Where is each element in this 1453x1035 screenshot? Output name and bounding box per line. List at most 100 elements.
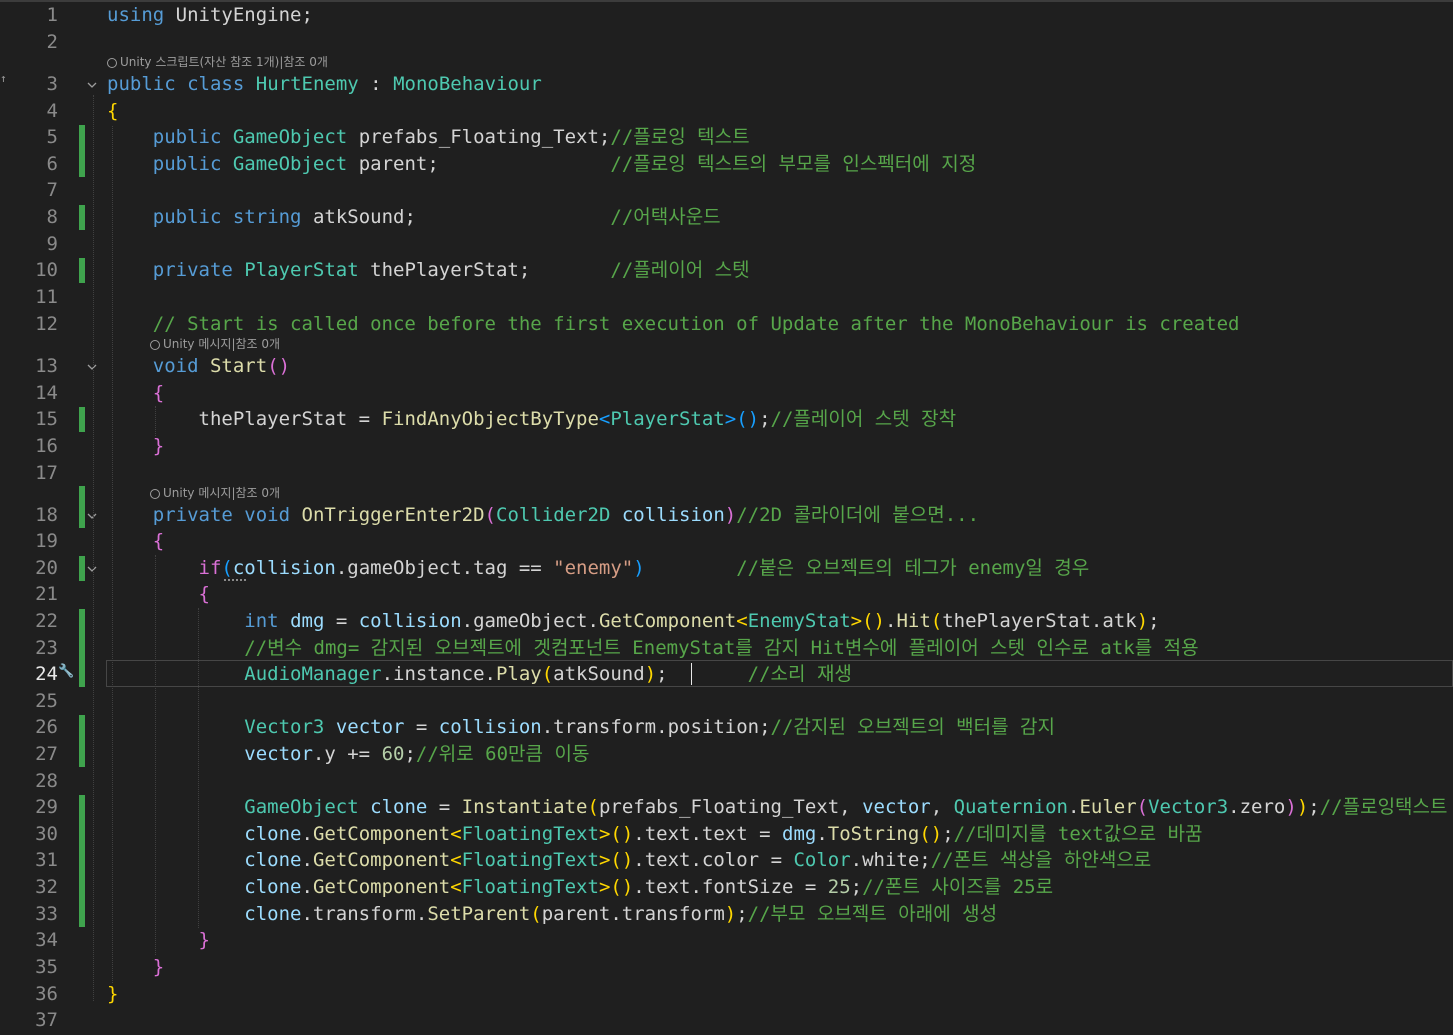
code-lens[interactable]: Unity 메시지|참조 0개 — [150, 485, 280, 501]
line-number: 22 — [35, 610, 58, 632]
code-lens[interactable]: Unity 메시지|참조 0개 — [150, 336, 280, 352]
paren: () — [267, 355, 291, 377]
unity-icon — [150, 488, 160, 499]
code-line[interactable]: thePlayerStat = FindAnyObjectByType<Play… — [107, 406, 957, 432]
comment: //플로잉 텍스트 — [610, 126, 750, 148]
method-name: SetParent — [427, 903, 531, 925]
paren: () — [736, 408, 760, 430]
paren: () — [919, 823, 943, 845]
code-line[interactable]: int dmg = collision.gameObject.GetCompon… — [107, 608, 1159, 634]
method-name: GetComponent — [312, 823, 451, 845]
type: Color — [793, 849, 851, 871]
code-line[interactable]: public class HurtEnemy : MonoBehaviour — [107, 71, 542, 97]
variable: dmg — [290, 610, 325, 632]
line-number: 23 — [35, 637, 58, 659]
punct: , — [839, 796, 863, 818]
code-lens-text[interactable]: Unity 메시지|참조 0개 — [163, 337, 280, 351]
code-line[interactable]: private PlayerStat thePlayerStat; //플레이어… — [107, 257, 750, 283]
parameter: collision — [621, 504, 725, 526]
type: GameObject — [244, 796, 359, 818]
code-line[interactable]: } — [107, 927, 210, 953]
comment: //플로잉택스트 생성 — [1319, 796, 1448, 818]
paren: ) — [1136, 610, 1149, 632]
suggestion-squiggle — [224, 579, 246, 581]
keyword: string — [232, 206, 302, 228]
change-marker — [79, 258, 85, 283]
code-line[interactable]: clone.GetComponent<FloatingText>().text.… — [107, 874, 1053, 900]
line-number: 15 — [35, 408, 58, 430]
code-line[interactable]: if(collision.gameObject.tag == "enemy") … — [107, 555, 1090, 581]
argument: vector — [862, 796, 931, 818]
code-line[interactable]: Vector3 vector = collision.transform.pos… — [107, 714, 1055, 740]
code-line[interactable]: vector.y += 60;//위로 60만큼 이동 — [107, 741, 589, 767]
code-lens-text[interactable]: Unity 스크립트(자산 참조 1개)|참조 0개 — [120, 55, 328, 69]
line-number: 32 — [35, 876, 58, 898]
field: thePlayerStat; — [370, 259, 531, 281]
code-line[interactable]: // Start is called once before the first… — [107, 311, 1240, 337]
code-lens[interactable]: Unity 스크립트(자산 참조 1개)|참조 0개 — [107, 54, 328, 70]
code-line[interactable]: { — [107, 528, 164, 554]
punct: . — [301, 876, 313, 898]
code-line[interactable]: } — [107, 954, 164, 980]
line-number: 16 — [35, 435, 58, 457]
code-line[interactable]: public GameObject parent; //플로잉 텍스트의 부모를… — [107, 151, 976, 177]
field: parent; — [358, 153, 439, 175]
line-number: 37 — [35, 1009, 58, 1031]
code-line[interactable]: clone.GetComponent<FloatingText>().text.… — [107, 821, 1202, 847]
method-name: Hit — [896, 610, 931, 632]
keyword: class — [187, 73, 245, 95]
chevron-down-icon[interactable] — [86, 510, 98, 522]
code-line[interactable]: } — [107, 433, 164, 459]
method-name: Euler — [1079, 796, 1137, 818]
paren: ( — [221, 557, 233, 579]
line-number: 30 — [35, 823, 58, 845]
member-access: .gameObject. — [461, 610, 599, 632]
line-number: 35 — [35, 956, 58, 978]
line-number: 21 — [35, 583, 58, 605]
variable: vector — [244, 743, 313, 765]
variable: clone — [370, 796, 428, 818]
chevron-down-icon[interactable] — [86, 361, 98, 373]
line-number: 5 — [46, 126, 58, 148]
punct: . — [301, 823, 313, 845]
code-line[interactable]: private void OnTriggerEnter2D(Collider2D… — [107, 502, 979, 528]
punct: : — [370, 73, 382, 95]
comment: //어택사운드 — [610, 206, 721, 228]
comment: //플레이어 스텟 장착 — [770, 408, 957, 430]
chevron-down-icon[interactable] — [86, 563, 98, 575]
brace: } — [152, 435, 165, 457]
punct: . — [816, 823, 828, 845]
code-line[interactable]: //변수 dmg= 감지된 오브젝트에 겟컴포넌트 EnemyStat를 감지 … — [107, 635, 1198, 661]
comment: //플레이어 스텟 — [610, 259, 750, 281]
code-line[interactable]: using UnityEngine; — [107, 2, 313, 28]
code-editor[interactable]: ↑ 1 2 3 4 5 6 7 8 9 10 11 12 13 14 15 16… — [0, 0, 1453, 1035]
code-line[interactable]: clone.GetComponent<FloatingText>().text.… — [107, 847, 1151, 873]
wrench-icon[interactable]: 🔧 — [58, 664, 74, 679]
code-line[interactable]: clone.transform.SetParent(parent.transfo… — [107, 901, 997, 927]
code-line-active[interactable]: AudioManager.instance.Play(atkSound); //… — [107, 661, 852, 687]
code-line[interactable]: { — [107, 581, 210, 607]
code-line[interactable]: public string atkSound; //어택사운드 — [107, 204, 721, 230]
angle: > — [724, 408, 737, 430]
code-line[interactable]: { — [107, 98, 118, 124]
code-line[interactable]: public GameObject prefabs_Floating_Text;… — [107, 124, 750, 150]
keyword: void — [152, 355, 199, 377]
member-access: .text.color = — [633, 849, 794, 871]
chevron-down-icon[interactable] — [86, 79, 98, 91]
code-line[interactable]: GameObject clone = Instantiate(prefabs_F… — [107, 794, 1453, 820]
paren: ) — [724, 903, 737, 925]
method-name: FindAnyObjectByType — [381, 408, 599, 430]
code-line[interactable]: } — [107, 981, 118, 1007]
code-line[interactable]: void Start() — [107, 353, 290, 379]
line-number: 29 — [35, 796, 58, 818]
code-lens-text[interactable]: Unity 메시지|참조 0개 — [163, 486, 280, 500]
member-access: .transform.position; — [541, 716, 771, 738]
keyword: void — [244, 504, 291, 526]
field: atkSound; — [312, 206, 416, 228]
angle: < — [450, 823, 462, 845]
comment: //플로잉 텍스트의 부모를 인스펙터에 지정 — [610, 153, 977, 175]
line-number: 7 — [46, 179, 58, 201]
code-line[interactable]: { — [107, 380, 164, 406]
line-number: 36 — [35, 983, 58, 1005]
line-number: 28 — [35, 770, 58, 792]
